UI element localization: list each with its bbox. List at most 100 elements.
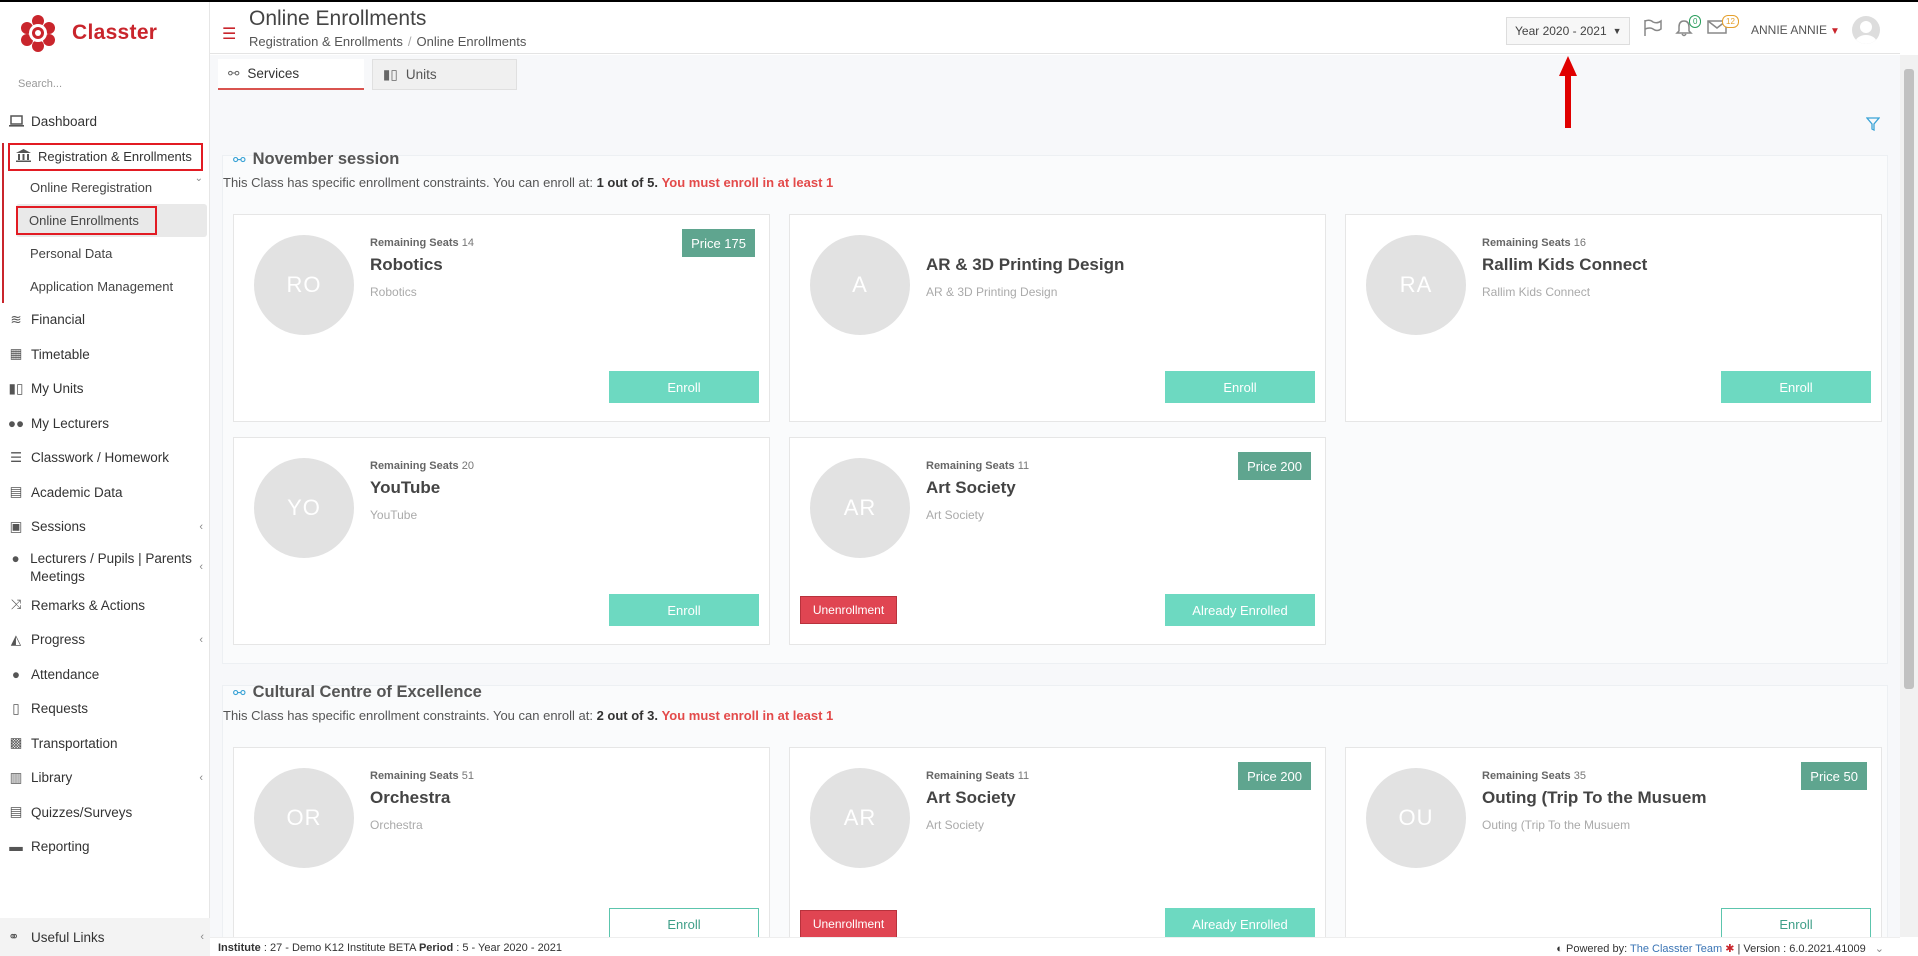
remaining-seats: Remaining Seats 14: [370, 237, 474, 249]
search-input[interactable]: Search...: [0, 64, 209, 92]
remaining-seats: Remaining Seats 51: [370, 770, 474, 782]
sidebar-item-meetings[interactable]: ● Lecturers / Pupils | Parents Meetings ‹: [0, 544, 209, 588]
book-icon: ▮▯: [383, 66, 398, 82]
sidebar-item-timetable[interactable]: ▦ Timetable: [0, 337, 209, 372]
sidebar-item-financial[interactable]: ≋ Financial: [0, 303, 209, 338]
classter-team-link[interactable]: The Classter Team: [1630, 943, 1722, 955]
classter-small-icon: ◐: [1556, 943, 1563, 955]
sidebar-item-useful-links[interactable]: ⚭ Useful Links ‹: [0, 918, 210, 956]
sidebar-item-classwork[interactable]: ☰ Classwork / Homework: [0, 441, 209, 476]
enroll-button[interactable]: Enroll: [1721, 371, 1871, 403]
enroll-button[interactable]: Enroll: [609, 371, 759, 403]
sessions-icon: ▣: [9, 518, 23, 534]
remaining-seats: Remaining Seats 11: [926, 460, 1030, 472]
scrollbar[interactable]: [1900, 55, 1918, 937]
sidebar-item-remarks[interactable]: ⤨ Remarks & Actions: [0, 588, 209, 623]
chevron-down-icon: ⌄: [194, 172, 203, 184]
caret-down-icon: ▼: [1612, 26, 1622, 36]
course-avatar: AR: [810, 458, 910, 558]
chevron-down-icon[interactable]: ⌄: [1875, 943, 1884, 955]
sidebar-item-transportation[interactable]: ▩ Transportation: [0, 726, 209, 761]
course-avatar: YO: [254, 458, 354, 558]
already-enrolled-button[interactable]: Already Enrolled: [1165, 594, 1315, 626]
bus-icon: ▩: [9, 735, 23, 751]
enroll-button[interactable]: Enroll: [1721, 908, 1871, 937]
sidebar: Classter Search... Dashboard Registratio…: [0, 2, 210, 956]
menu-toggle-icon[interactable]: ☰: [222, 24, 236, 44]
course-name: Outing (Trip To the Musuem: [1482, 788, 1707, 807]
sidebar-subitem-application-management[interactable]: Application Management: [4, 270, 209, 303]
course-subtitle: AR & 3D Printing Design: [926, 285, 1058, 299]
sidebar-item-requests[interactable]: ▯ Requests: [0, 692, 209, 727]
course-card-art-society-2: AR Remaining Seats 11 Art Society Art So…: [789, 747, 1326, 937]
sidebar-item-my-lecturers[interactable]: ●● My Lecturers: [0, 406, 209, 441]
breadcrumb-online-enrollments: Online Enrollments: [416, 34, 527, 49]
messages-badge: 12: [1722, 15, 1739, 28]
course-subtitle: Orchestra: [370, 818, 423, 832]
library-icon: ▥: [9, 769, 23, 785]
sidebar-item-progress[interactable]: ◭ Progress ‹: [0, 623, 209, 658]
sidebar-item-attendance[interactable]: ● Attendance: [0, 657, 209, 692]
list-icon: ▤: [9, 804, 23, 820]
course-avatar: AR: [810, 768, 910, 868]
page-title: Online Enrollments: [249, 7, 427, 30]
print-icon: ▬: [9, 839, 23, 855]
footer: Institute : 27 - Demo K12 Institute BETA…: [210, 937, 1900, 956]
course-avatar: OR: [254, 768, 354, 868]
enroll-button[interactable]: Enroll: [609, 908, 759, 937]
remaining-seats: Remaining Seats 16: [1482, 237, 1586, 249]
chevron-left-icon: ‹: [199, 561, 203, 573]
sidebar-item-my-units[interactable]: ▮▯ My Units: [0, 372, 209, 407]
chevron-left-icon: ‹: [199, 633, 203, 646]
constraint-text: This Class has specific enrollment const…: [223, 175, 834, 190]
session-icon: ⚯: [233, 684, 246, 702]
course-name: Art Society: [926, 788, 1016, 807]
file-icon: ▯: [12, 700, 20, 716]
sidebar-item-reporting[interactable]: ▬ Reporting: [0, 830, 209, 865]
course-card-ar-3d: A AR & 3D Printing Design AR & 3D Printi…: [789, 214, 1326, 422]
course-subtitle: Art Society: [926, 818, 985, 832]
sidebar-item-academic-data[interactable]: ▤ Academic Data: [0, 475, 209, 510]
link-icon: ⚭: [8, 929, 20, 944]
breadcrumb-registration[interactable]: Registration & Enrollments: [249, 34, 403, 49]
unenrollment-button[interactable]: Unenrollment: [800, 596, 897, 624]
sidebar-item-sessions[interactable]: ▣ Sessions ‹: [0, 510, 209, 545]
sidebar-subitem-personal-data[interactable]: Personal Data: [4, 237, 209, 270]
course-subtitle: Outing (Trip To the Musuem: [1482, 818, 1631, 832]
already-enrolled-button[interactable]: Already Enrolled: [1165, 908, 1315, 937]
id-card-icon: ▤: [9, 484, 23, 500]
sidebar-item-registration[interactable]: Registration & Enrollments: [8, 142, 203, 171]
user-menu[interactable]: ANNIE ANNIE ▼: [1751, 23, 1840, 37]
filter-icon[interactable]: [1865, 117, 1881, 134]
tab-services[interactable]: ⚯ Services: [218, 59, 364, 90]
sidebar-item-dashboard[interactable]: Dashboard: [0, 104, 209, 139]
course-name: Art Society: [926, 478, 1016, 497]
price-badge: Price 175: [682, 229, 755, 257]
course-name: Rallim Kids Connect: [1482, 255, 1648, 274]
book-icon: ▮▯: [8, 380, 24, 396]
course-subtitle: Art Society: [926, 508, 985, 522]
tab-bar: ⚯ Services ▮▯ Units: [218, 59, 517, 90]
price-badge: Price 200: [1238, 762, 1311, 790]
tab-units[interactable]: ▮▯ Units: [372, 59, 517, 90]
unenrollment-button[interactable]: Unenrollment: [800, 910, 897, 937]
caret-down-icon: ▼: [1830, 26, 1840, 37]
avatar[interactable]: [1852, 16, 1880, 44]
year-select[interactable]: Year 2020 - 2021 ▼: [1506, 17, 1630, 45]
app-logo[interactable]: Classter: [0, 2, 209, 64]
sidebar-subitem-online-enrollments[interactable]: Online Enrollments: [16, 203, 207, 237]
graduation-cap-icon: ◭: [10, 631, 22, 647]
calendar-icon: ▦: [9, 346, 23, 362]
enroll-button[interactable]: Enroll: [609, 594, 759, 626]
user-check-icon: ●: [11, 666, 21, 682]
remaining-seats: Remaining Seats 11: [926, 770, 1030, 782]
scrollbar-thumb[interactable]: [1904, 69, 1914, 689]
enroll-button[interactable]: Enroll: [1165, 371, 1315, 403]
course-name: YouTube: [370, 478, 441, 497]
session-cultural-centre: ⚯ Cultural Centre of Excellence This Cla…: [222, 683, 1888, 937]
sidebar-subitem-online-reregistration[interactable]: Online Reregistration: [4, 171, 209, 204]
sidebar-item-quizzes[interactable]: ▤ Quizzes/Surveys: [0, 795, 209, 830]
sidebar-item-library[interactable]: ▥ Library ‹: [0, 761, 209, 796]
course-name: AR & 3D Printing Design: [926, 255, 1125, 274]
flag-icon[interactable]: [1643, 19, 1663, 40]
